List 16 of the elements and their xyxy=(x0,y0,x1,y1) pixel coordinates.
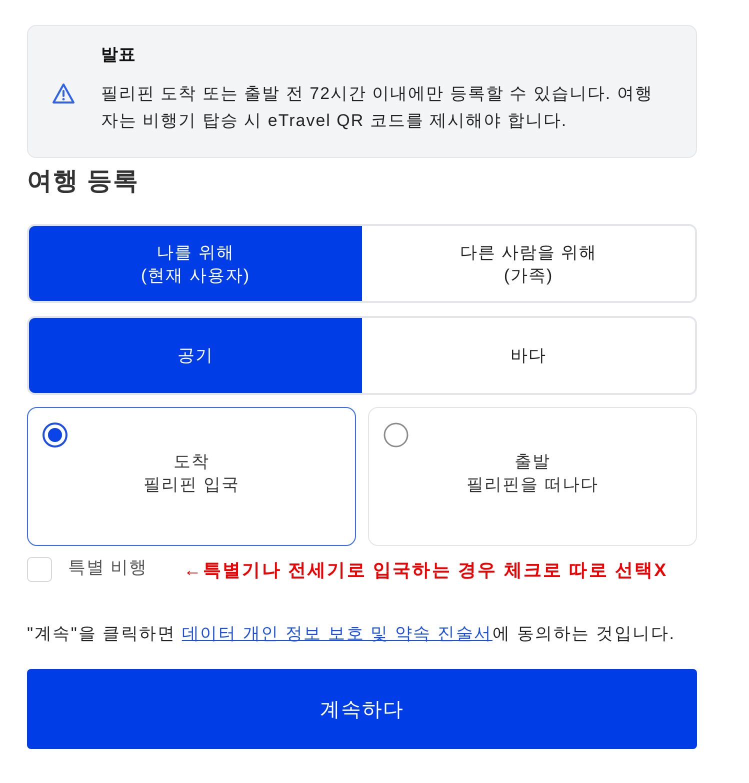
section-heading: 여행 등록 xyxy=(27,166,140,197)
warning-icon xyxy=(52,83,75,104)
continue-button[interactable]: 계속하다 xyxy=(27,669,697,749)
notice-message: 필리핀 도착 또는 출발 전 72시간 이내에만 등록할 수 있습니다. 여행자는 비행기 탑승 시 eTravel QR 코드를 제시해야 합니다. xyxy=(101,83,654,132)
direction-card[interactable]: 도착 필리핀 입국 xyxy=(27,407,356,546)
segment-option[interactable]: 나를 위해 (현재 사용자) xyxy=(29,226,362,301)
notice-title: 발표 xyxy=(101,44,137,66)
consent-text: "계속"을 클릭하면 데이터 개인 정보 보호 및 약속 진술서 에 동의하는 것입니다. xyxy=(27,623,676,645)
direction-card[interactable]: 출발 필리핀을 떠나다 xyxy=(368,407,697,546)
radio-button[interactable] xyxy=(42,422,68,448)
annotation-text: ←특별기나 전세기로 입국하는 경우 체크로 따로 선택X xyxy=(183,558,668,582)
segment-option[interactable]: 공기 xyxy=(29,318,362,393)
checkbox-label[interactable]: 특별 비행 xyxy=(68,554,148,578)
radio-button[interactable] xyxy=(383,422,409,448)
checkbox[interactable] xyxy=(27,557,52,582)
privacy-statement-link[interactable]: 데이터 개인 정보 보호 및 약속 진술서 xyxy=(182,624,492,643)
